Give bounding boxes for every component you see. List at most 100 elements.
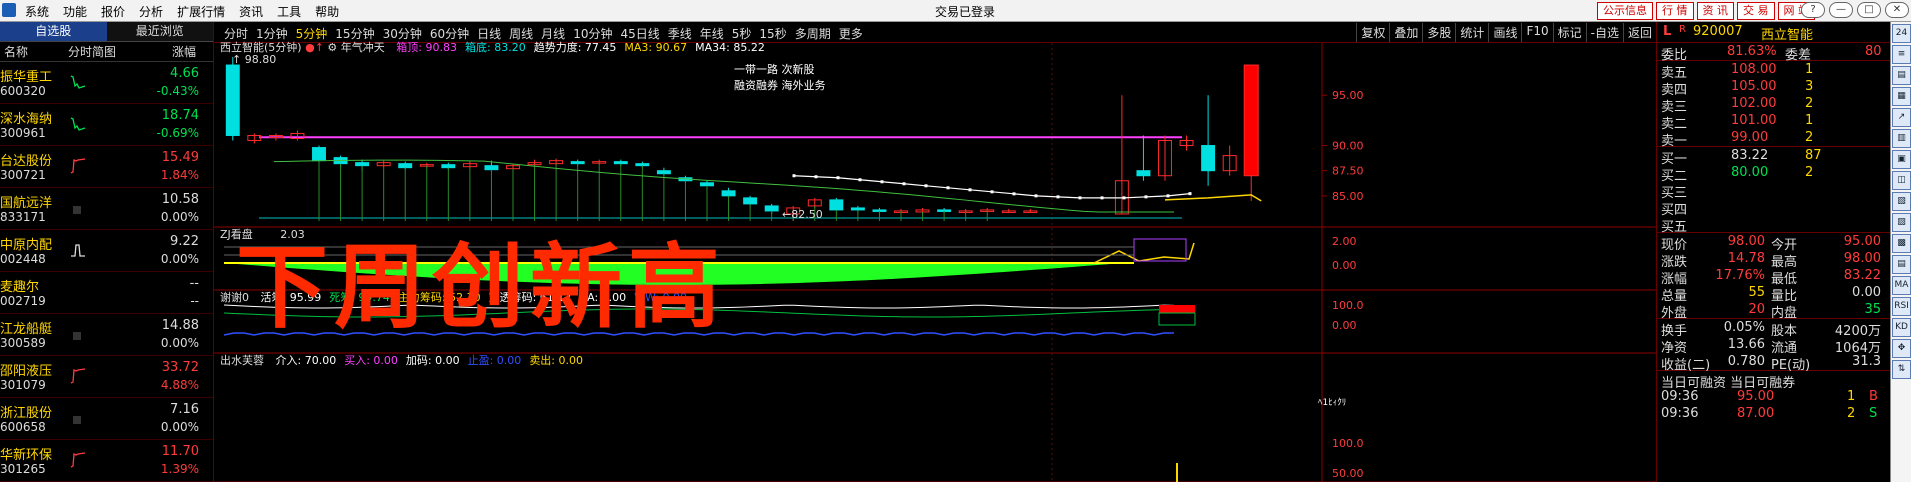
chart-area[interactable]: 95.00 90.00 87.50 85.00 2.00 0.00 100.0 0.00 100… bbox=[214, 41, 1656, 482]
candle-body bbox=[1136, 170, 1151, 177]
order-book-row[interactable]: 买五 bbox=[1657, 215, 1890, 235]
watchlist-tabs: 自选股 最近浏览 bbox=[0, 22, 213, 42]
order-book-row[interactable]: 买二 80.00 2 bbox=[1657, 164, 1890, 184]
watchlist-row[interactable]: 江龙船艇 300589 14.88 0.00% bbox=[0, 314, 213, 356]
side-tool-icon[interactable]: ▨ bbox=[1892, 213, 1911, 232]
sub3-name[interactable]: 出水芙蓉 bbox=[220, 354, 264, 367]
side-tool-icon[interactable]: ▤ bbox=[1892, 66, 1911, 85]
order-book-row[interactable]: 卖二 101.00 1 bbox=[1657, 112, 1890, 132]
order-book-row[interactable]: 买三 bbox=[1657, 181, 1890, 201]
tab-recent[interactable]: 最近浏览 bbox=[107, 22, 214, 41]
y-tick-label: 100.0 bbox=[1332, 437, 1364, 450]
menu-item[interactable]: 扩展行情 bbox=[170, 3, 232, 20]
chart-tool-button[interactable]: 叠加 bbox=[1389, 23, 1422, 42]
stat-value: 20 bbox=[1748, 302, 1765, 317]
side-tool-icon[interactable]: RSI bbox=[1892, 297, 1911, 316]
stock-name: 振华重工 bbox=[0, 70, 53, 85]
chart-tool-button[interactable]: 多股 bbox=[1422, 23, 1455, 42]
chart-tool-button[interactable]: 画线 bbox=[1488, 23, 1521, 42]
top-nav-button[interactable]: 行 情 bbox=[1656, 2, 1694, 20]
menu-item[interactable]: 工具 bbox=[270, 3, 308, 20]
menu-item[interactable]: 系统 bbox=[18, 3, 56, 20]
side-tool-icon[interactable]: ▥ bbox=[1892, 129, 1911, 148]
order-book-row[interactable]: 买一 83.22 87 bbox=[1657, 147, 1890, 167]
chart-tool-button[interactable]: 复权 bbox=[1356, 23, 1389, 42]
tab-favorites[interactable]: 自选股 bbox=[0, 22, 107, 41]
indicator-value: 买入: 0.00 bbox=[344, 354, 398, 367]
watchlist-row[interactable]: 中原内配 002448 9.22 0.00% bbox=[0, 230, 213, 272]
y-tick-label: 100.0 bbox=[1332, 299, 1364, 312]
period-tab[interactable]: 更多 bbox=[835, 25, 867, 42]
menu-item[interactable]: 报价 bbox=[94, 3, 132, 20]
stat-value: 95.00 bbox=[1843, 234, 1881, 249]
minimize-icon[interactable]: — bbox=[1829, 2, 1853, 18]
top-nav-button[interactable]: 公示信息 bbox=[1597, 2, 1653, 20]
order-book-row[interactable]: 卖三 102.00 2 bbox=[1657, 95, 1890, 115]
candle-body bbox=[764, 205, 779, 212]
indicator-up-arrow-icon[interactable]: ●↑ bbox=[305, 41, 324, 54]
book-volume: 1 bbox=[1805, 113, 1814, 128]
menu-item[interactable]: 帮助 bbox=[308, 3, 346, 20]
stat-value: 0.05% bbox=[1723, 320, 1765, 335]
side-tool-icon[interactable]: ≡ bbox=[1892, 45, 1911, 64]
order-book-row[interactable]: 买四 bbox=[1657, 198, 1890, 218]
order-book-row[interactable]: 卖四 105.00 3 bbox=[1657, 78, 1890, 98]
menu-item[interactable]: 分析 bbox=[132, 3, 170, 20]
stock-price: 18.74 bbox=[161, 108, 199, 123]
sparkline-icon bbox=[70, 242, 86, 258]
quote-panel: L R 920007 西立智能 委比 81.63% 委差 80 卖五 108.00… bbox=[1656, 22, 1890, 482]
period-tab[interactable]: 多周期 bbox=[791, 25, 835, 42]
top-right-buttons: 公示信息行 情资 讯交 易网 站 bbox=[1597, 2, 1815, 20]
watchlist-row[interactable]: 振华重工 600320 4.66 -0.43% bbox=[0, 62, 213, 104]
stat-row: 现价 98.00 今开 95.00 bbox=[1657, 233, 1890, 253]
watchlist-row[interactable]: 国航远洋 833171 10.58 0.00% bbox=[0, 188, 213, 230]
side-tool-icon[interactable]: 24 bbox=[1892, 24, 1911, 43]
chart-tool-button[interactable]: 统计 bbox=[1455, 23, 1488, 42]
watchlist-row[interactable]: 华新环保 301265 11.70 1.39% bbox=[0, 440, 213, 482]
menu-item[interactable]: 资讯 bbox=[232, 3, 270, 20]
side-tool-icon[interactable]: ◫ bbox=[1892, 171, 1911, 190]
watchlist-row[interactable]: 邵阳液压 301079 33.72 4.88% bbox=[0, 356, 213, 398]
stat-row: 外盘 20 内盘 35 bbox=[1657, 301, 1890, 321]
side-tool-icon[interactable]: MA bbox=[1892, 276, 1911, 295]
chart-tool-button[interactable]: F10 bbox=[1521, 23, 1552, 42]
sparkline-icon bbox=[70, 410, 86, 426]
y-tick-label: 85.00 bbox=[1332, 190, 1364, 203]
order-book-row[interactable]: 卖五 108.00 1 bbox=[1657, 61, 1890, 81]
menu-item[interactable]: 功能 bbox=[56, 3, 94, 20]
stock-code: 833171 bbox=[0, 210, 46, 224]
chart-tool-button[interactable]: 返回 bbox=[1622, 23, 1656, 42]
indicator-values: 箱顶: 90.83 箱底: 83.20 趋势力度: 77.45 MA3: 90.67 M… bbox=[388, 41, 765, 54]
top-nav-button[interactable]: 资 讯 bbox=[1696, 2, 1734, 20]
watchlist-row[interactable]: 浙江股份 600658 7.16 0.00% bbox=[0, 398, 213, 440]
col-spark-header[interactable]: 分时简图 bbox=[60, 43, 150, 60]
col-name-header[interactable]: 名称 bbox=[0, 43, 60, 60]
side-tool-icon[interactable]: ▣ bbox=[1892, 150, 1911, 169]
ma-dot bbox=[1188, 192, 1192, 196]
side-tool-icon[interactable]: ▦ bbox=[1892, 87, 1911, 106]
candle-body bbox=[1201, 145, 1216, 172]
col-change-header[interactable]: 涨幅 bbox=[150, 43, 210, 60]
side-tool-icon[interactable]: ▩ bbox=[1892, 234, 1911, 253]
top-nav-button[interactable]: 交 易 bbox=[1737, 2, 1775, 20]
stock-price: 4.66 bbox=[170, 66, 199, 81]
side-tool-icon[interactable]: ↗ bbox=[1892, 108, 1911, 127]
order-book-row[interactable]: 卖一 99.00 2 bbox=[1657, 129, 1890, 149]
chart-tool-button[interactable]: -自选 bbox=[1585, 23, 1623, 42]
watchlist-row[interactable]: 麦趣尔 002719 -- -- bbox=[0, 272, 213, 314]
help-icon[interactable]: ? bbox=[1801, 2, 1825, 18]
ma-dot bbox=[946, 186, 950, 190]
side-tool-icon[interactable]: ▧ bbox=[1892, 192, 1911, 211]
watchlist-row[interactable]: 台达股份 300721 15.49 1.84% bbox=[0, 146, 213, 188]
side-tool-icon[interactable]: ✥ bbox=[1892, 339, 1911, 358]
close-icon[interactable]: ✕ bbox=[1885, 2, 1909, 18]
indicator-settings-icon[interactable]: ⚙ bbox=[327, 41, 337, 54]
side-tool-icon[interactable]: ▤ bbox=[1892, 255, 1911, 274]
indicator-name[interactable]: 年气冲天 bbox=[341, 41, 385, 54]
watchlist-row[interactable]: 深水海纳 300961 18.74 -0.69% bbox=[0, 104, 213, 146]
side-tool-icon[interactable]: ⇅ bbox=[1892, 360, 1911, 379]
maximize-icon[interactable]: □ bbox=[1857, 2, 1881, 18]
chart-tool-button[interactable]: 标记 bbox=[1552, 23, 1586, 42]
side-tool-icon[interactable]: KD bbox=[1892, 318, 1911, 337]
stock-code: 300961 bbox=[0, 126, 46, 140]
